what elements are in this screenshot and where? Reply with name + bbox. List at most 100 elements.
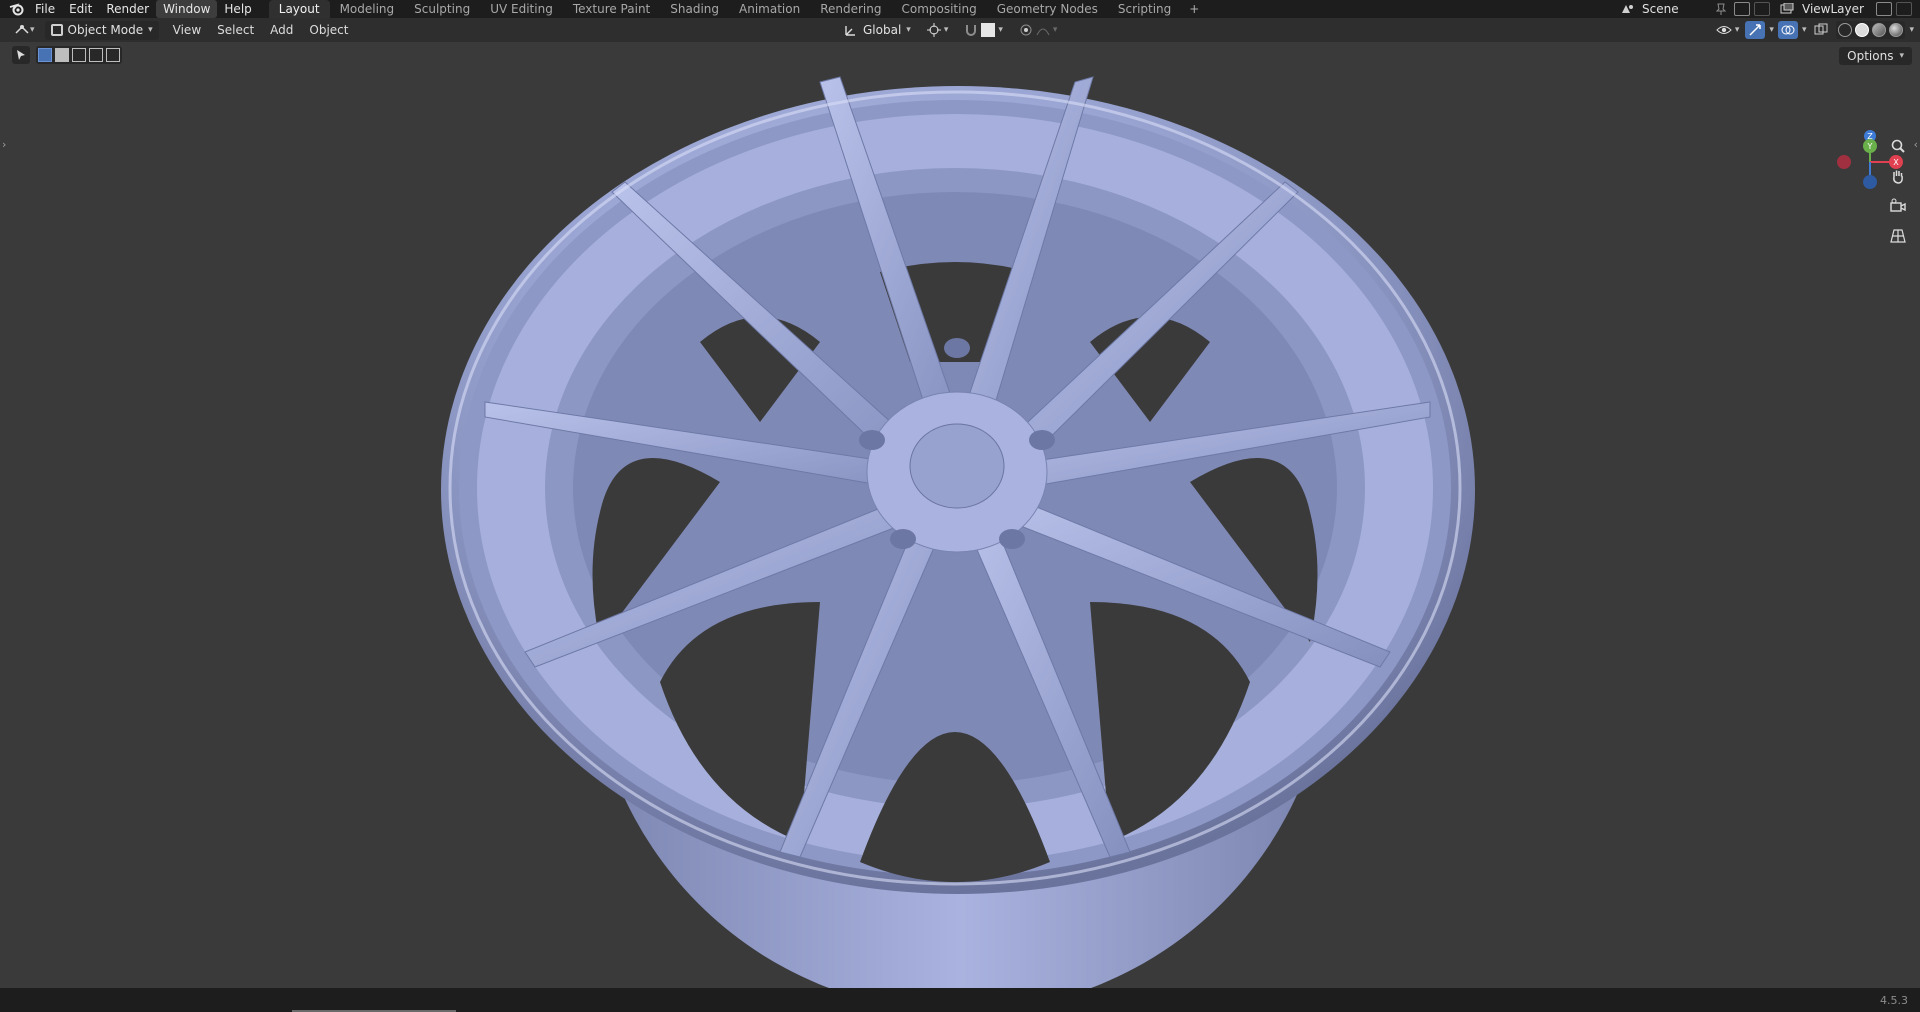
falloff-icon (1036, 28, 1050, 36)
new-view-layer-icon[interactable] (1876, 2, 1892, 16)
chevron-down-icon: ▾ (906, 25, 911, 35)
select-subtract-icon[interactable] (72, 48, 86, 62)
wireframe-shading-icon[interactable] (1838, 23, 1853, 37)
visibility-dropdown[interactable]: ▾ (1714, 20, 1742, 40)
pan-hand-icon[interactable] (1886, 164, 1910, 188)
zoom-icon[interactable] (1886, 134, 1910, 158)
chevron-down-icon: ▾ (998, 25, 1003, 35)
chevron-down-icon: ▾ (30, 25, 35, 35)
rendered-shading-icon[interactable] (1889, 23, 1904, 37)
gizmo-neg-x-axis (1837, 155, 1851, 169)
chevron-down-icon: ▾ (943, 25, 949, 35)
editor-type-button[interactable]: ▾ (8, 20, 41, 40)
gizmo-toggle[interactable] (1745, 21, 1766, 39)
menu-window[interactable]: Window (156, 0, 218, 18)
snap-toggle[interactable]: ▾ (958, 20, 1009, 40)
snap-increment-icon[interactable] (981, 23, 996, 37)
editor-type-icon (15, 25, 29, 34)
wheel-model[interactable] (0, 42, 1920, 988)
solid-shading-icon[interactable] (1855, 23, 1870, 37)
menu-render[interactable]: Render (99, 0, 156, 18)
viewport-header: ▾ Object Mode ▾ View Select Add Object Glob… (0, 18, 1920, 42)
tab-texture-paint[interactable]: Texture Paint (563, 0, 660, 18)
pivot-point-dropdown[interactable]: ▾ (921, 20, 955, 40)
proportional-edit-toggle[interactable]: ▾ (1013, 20, 1064, 40)
3d-viewport[interactable]: › ‹ Z Y X (0, 42, 1920, 988)
proportional-edit-icon (1020, 24, 1032, 36)
cursor-arrow-icon (17, 50, 25, 60)
add-workspace-button[interactable]: + (1181, 0, 1207, 18)
chevron-down-icon[interactable]: ▾ (1909, 25, 1914, 35)
pivot-icon (926, 23, 941, 37)
tab-shading[interactable]: Shading (660, 0, 729, 18)
overlays-icon (1781, 25, 1795, 35)
tab-animation[interactable]: Animation (729, 0, 810, 18)
mode-label: Object Mode (67, 23, 144, 37)
select-tool-button[interactable] (12, 46, 30, 64)
center-cap (909, 423, 1005, 509)
material-preview-icon[interactable] (1872, 23, 1887, 37)
menu-help[interactable]: Help (217, 0, 258, 18)
menu-edit[interactable]: Edit (62, 0, 99, 18)
pin-icon[interactable] (1712, 1, 1730, 17)
options-dropdown[interactable]: Options ▾ (1839, 47, 1912, 65)
eye-icon (1716, 26, 1732, 34)
tab-layout[interactable]: Layout (268, 0, 330, 18)
chevron-down-icon[interactable]: ▾ (1802, 25, 1807, 35)
view-layer-icon[interactable] (1778, 1, 1796, 17)
gizmo-z-label: Z (1867, 132, 1873, 141)
chevron-down-icon: ▾ (1734, 25, 1740, 35)
select-extend-icon[interactable] (55, 48, 69, 62)
chevron-down-icon: ▾ (148, 25, 153, 35)
menu-file[interactable]: File (28, 0, 62, 18)
grid-perspective-icon[interactable] (1886, 224, 1910, 248)
toolbar-toggle-chevron-icon[interactable]: › (2, 138, 6, 151)
magnet-icon (966, 25, 977, 36)
chevron-down-icon[interactable]: ▾ (1769, 25, 1774, 35)
scene-browse-icon[interactable] (1618, 1, 1636, 17)
select-invert-icon[interactable] (89, 48, 103, 62)
options-label: Options (1847, 49, 1894, 63)
blender-logo-icon[interactable] (6, 0, 28, 18)
tab-uv-editing[interactable]: UV Editing (480, 0, 563, 18)
orientation-dropdown[interactable]: Global ▾ (838, 20, 917, 40)
chevron-down-icon: ▾ (1052, 25, 1058, 35)
gizmo-icon (1749, 24, 1762, 36)
overlays-toggle[interactable] (1777, 21, 1798, 39)
sidebar-toggle-chevron-icon[interactable]: ‹ (1914, 138, 1918, 151)
header-menu-object[interactable]: Object (301, 23, 356, 37)
new-scene-icon[interactable] (1734, 2, 1750, 16)
transform-orientation-icon (845, 26, 855, 36)
camera-icon[interactable] (1886, 194, 1910, 218)
remove-scene-icon[interactable] (1754, 2, 1770, 16)
header-menu-select[interactable]: Select (209, 23, 262, 37)
scene-selector[interactable]: Scene (1636, 1, 1770, 17)
tab-sculpting[interactable]: Sculpting (404, 0, 480, 18)
selection-mode-group (36, 46, 122, 64)
tab-compositing[interactable]: Compositing (891, 0, 986, 18)
header-menu-add[interactable]: Add (262, 23, 301, 37)
status-bar: 4.5.3 (0, 988, 1920, 1012)
header-menu-view[interactable]: View (165, 23, 209, 37)
mode-dropdown[interactable]: Object Mode ▾ (44, 20, 159, 40)
scene-name: Scene (1642, 2, 1679, 16)
workspace-tabs: Layout Modeling Sculpting UV Editing Texture… (268, 0, 1182, 18)
gizmo-neg-z-axis (1863, 175, 1877, 189)
chevron-down-icon: ▾ (1899, 51, 1904, 61)
shading-modes (1836, 21, 1906, 39)
select-intersect-icon[interactable] (106, 48, 120, 62)
tool-settings-row (12, 46, 122, 64)
view-layer-name: ViewLayer (1802, 2, 1864, 16)
tab-geometry-nodes[interactable]: Geometry Nodes (987, 0, 1108, 18)
xray-toggle[interactable] (1810, 20, 1832, 40)
remove-view-layer-icon[interactable] (1896, 2, 1912, 16)
tab-scripting[interactable]: Scripting (1108, 0, 1181, 18)
tab-modeling[interactable]: Modeling (330, 0, 405, 18)
gizmo-y-label: Y (1867, 142, 1873, 151)
view-layer-selector[interactable]: ViewLayer (1796, 2, 1912, 16)
tab-rendering[interactable]: Rendering (810, 0, 891, 18)
object-mode-icon (50, 24, 63, 36)
select-new-icon[interactable] (38, 48, 52, 62)
version-label: 4.5.3 (1880, 994, 1908, 1007)
xray-icon (1814, 23, 1828, 35)
